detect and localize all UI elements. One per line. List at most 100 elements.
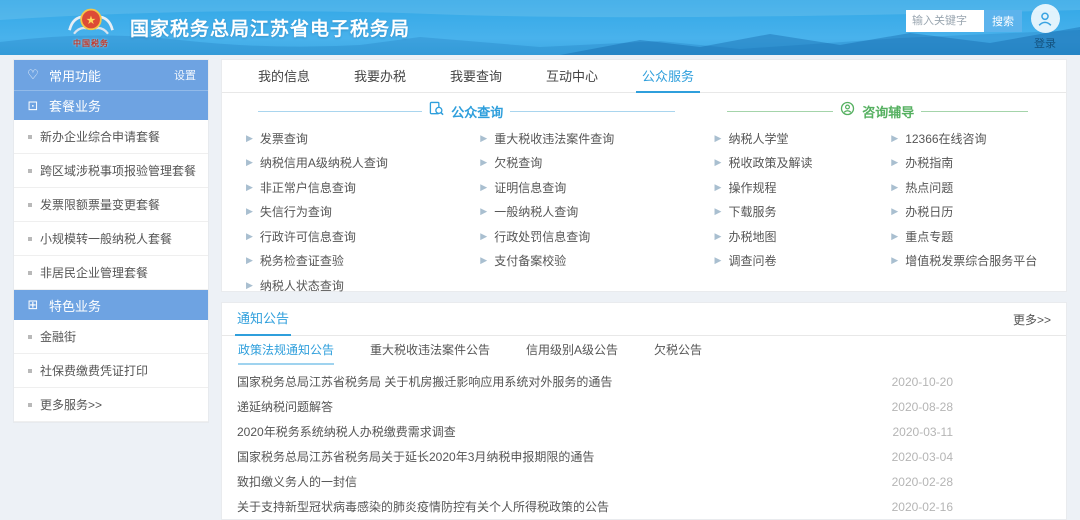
- notice-row[interactable]: 关于支持新型冠状病毒感染的肺炎疫情防控有关个人所得税政策的公告 2020-02-…: [237, 494, 1051, 519]
- chevron-right-icon: ▶: [480, 255, 487, 266]
- consult-section: 咨询辅导 ▶ 纳税人学堂 ▶ 税收政策及解读: [701, 100, 1054, 298]
- sidebar-item-label: 社保费缴费凭证打印: [40, 362, 148, 379]
- consult-link[interactable]: ▶ 增值税发票综合服务平台: [891, 249, 1054, 274]
- bullet-icon: [28, 169, 32, 173]
- notice-row[interactable]: 国家税务总局江苏省税务局 关于机房搬迁影响应用系统对外服务的通告 2020-10…: [237, 369, 1051, 394]
- consult-link[interactable]: ▶ 办税日历: [891, 200, 1054, 225]
- public-query-link[interactable]: ▶ 欠税查询: [480, 151, 700, 176]
- consult-link[interactable]: ▶ 纳税人学堂: [715, 126, 878, 151]
- main-tab[interactable]: 互动中心: [524, 60, 620, 92]
- chevron-right-icon: ▶: [891, 157, 898, 168]
- sidebar-special-item[interactable]: 金融街: [14, 320, 208, 354]
- login-label: 登录: [1034, 35, 1056, 51]
- consult-link[interactable]: ▶ 调查问卷: [715, 249, 878, 274]
- public-query-link[interactable]: ▶ 支付备案校验: [480, 249, 700, 274]
- sidebar-item-common-functions[interactable]: ♡ 常用功能 设置: [14, 60, 208, 90]
- chevron-right-icon: ▶: [891, 182, 898, 193]
- main-tab[interactable]: 我的信息: [236, 60, 332, 92]
- notice-tab[interactable]: 政策法规通知公告: [238, 337, 334, 364]
- chevron-right-icon: ▶: [480, 231, 487, 242]
- link-label: 操作规程: [728, 179, 776, 196]
- public-query-link[interactable]: ▶ 行政许可信息查询: [246, 224, 466, 249]
- sidebar-item-label: 新办企业综合申请套餐: [40, 128, 160, 145]
- chevron-right-icon: ▶: [891, 133, 898, 144]
- notice-title-text: 递延纳税问题解答: [237, 398, 892, 415]
- chevron-right-icon: ▶: [246, 255, 253, 266]
- search-input[interactable]: [906, 10, 984, 32]
- link-label: 一般纳税人查询: [494, 203, 578, 220]
- main-tab[interactable]: 我要办税: [332, 60, 428, 92]
- heart-icon: ♡: [26, 67, 40, 83]
- public-query-link[interactable]: ▶ 行政处罚信息查询: [480, 224, 700, 249]
- divider-line: [727, 111, 834, 112]
- public-query-link[interactable]: ▶ 重大税收违法案件查询: [480, 126, 700, 151]
- chevron-right-icon: ▶: [480, 133, 487, 144]
- settings-link[interactable]: 设置: [174, 67, 196, 83]
- public-query-link[interactable]: ▶ 纳税信用A级纳税人查询: [246, 151, 466, 176]
- sidebar-package-item[interactable]: 非居民企业管理套餐: [14, 256, 208, 290]
- sidebar-special-item[interactable]: 社保费缴费凭证打印: [14, 354, 208, 388]
- sidebar-item-label: 金融街: [40, 328, 76, 345]
- sidebar-package-item[interactable]: 新办企业综合申请套餐: [14, 120, 208, 154]
- link-label: 支付备案校验: [494, 252, 566, 269]
- notice-tab[interactable]: 欠税公告: [654, 337, 702, 364]
- consult-link[interactable]: ▶ 下载服务: [715, 200, 878, 225]
- consult-link[interactable]: ▶ 操作规程: [715, 175, 878, 200]
- main-tab[interactable]: 我要查询: [428, 60, 524, 92]
- chevron-right-icon: ▶: [246, 280, 253, 291]
- chevron-right-icon: ▶: [246, 182, 253, 193]
- bullet-icon: [28, 369, 32, 373]
- divider-line: [258, 111, 422, 112]
- public-query-link[interactable]: ▶ 非正常户信息查询: [246, 175, 466, 200]
- sidebar-item-package-business[interactable]: ⊡ 套餐业务: [14, 90, 208, 120]
- link-label: 失信行为查询: [260, 203, 332, 220]
- public-query-link[interactable]: ▶ 失信行为查询: [246, 200, 466, 225]
- notice-date: 2020-02-16: [892, 500, 953, 514]
- public-query-link[interactable]: ▶ 证明信息查询: [480, 175, 700, 200]
- consult-link[interactable]: ▶ 12366在线咨询: [891, 126, 1054, 151]
- consult-link[interactable]: ▶ 办税地图: [715, 224, 878, 249]
- public-query-section: 公众查询 ▶ 发票查询 ▶ 纳税信用A级纳税人查询: [232, 100, 701, 298]
- divider-line: [510, 111, 674, 112]
- notice-tab[interactable]: 重大税收违法案件公告: [370, 337, 490, 364]
- notice-row[interactable]: 递延纳税问题解答 2020-08-28: [237, 394, 1051, 419]
- notice-date: 2020-10-20: [892, 375, 953, 389]
- consult-link[interactable]: ▶ 税收政策及解读: [715, 151, 878, 176]
- notice-tabbar: 政策法规通知公告 重大税收违法案件公告 信用级别A级公告 欠税公告: [222, 336, 1066, 365]
- consult-link[interactable]: ▶ 办税指南: [891, 151, 1054, 176]
- user-icon: [1031, 4, 1060, 33]
- sidebar-more-services[interactable]: 更多服务>>: [14, 388, 208, 422]
- sidebar-package-item[interactable]: 发票限额票量变更套餐: [14, 188, 208, 222]
- chevron-right-icon: ▶: [891, 231, 898, 242]
- sidebar: ♡ 常用功能 设置 ⊡ 套餐业务 新办企业综合申请套餐 跨区域涉税事项报验管理套…: [13, 59, 209, 423]
- notice-tab[interactable]: 信用级别A级公告: [526, 337, 618, 364]
- sidebar-package-item[interactable]: 小规模转一般纳税人套餐: [14, 222, 208, 256]
- link-label: 欠税查询: [494, 154, 542, 171]
- link-label: 税收政策及解读: [728, 154, 812, 171]
- public-query-link[interactable]: ▶ 纳税人状态查询: [246, 273, 466, 298]
- public-query-title: 公众查询: [451, 102, 503, 121]
- notices-title[interactable]: 通知公告: [237, 303, 289, 336]
- sidebar-package-item[interactable]: 跨区域涉税事项报验管理套餐: [14, 154, 208, 188]
- main-tab[interactable]: 公众服务: [620, 60, 716, 92]
- link-label: 下载服务: [728, 203, 776, 220]
- notice-date: 2020-03-04: [892, 450, 953, 464]
- notice-row[interactable]: 国家税务总局江苏省税务局关于延长2020年3月纳税申报期限的通告 2020-03…: [237, 444, 1051, 469]
- consult-link[interactable]: ▶ 重点专题: [891, 224, 1054, 249]
- notice-row[interactable]: 2020年税务系统纳税人办税缴费需求调查 2020-03-11: [237, 419, 1051, 444]
- login-button[interactable]: 登录: [1023, 4, 1067, 51]
- public-query-link[interactable]: ▶ 一般纳税人查询: [480, 200, 700, 225]
- chevron-right-icon: ▶: [246, 231, 253, 242]
- link-label: 办税日历: [905, 203, 953, 220]
- bullet-icon: [28, 237, 32, 241]
- search-button[interactable]: 搜索: [984, 10, 1022, 32]
- public-query-link[interactable]: ▶ 发票查询: [246, 126, 466, 151]
- grid-icon: ⊞: [26, 297, 40, 313]
- notice-row[interactable]: 致扣缴义务人的一封信 2020-02-28: [237, 469, 1051, 494]
- notices-more-link[interactable]: 更多>>: [1013, 311, 1051, 328]
- sidebar-item-special-business[interactable]: ⊞ 特色业务: [14, 290, 208, 320]
- chevron-right-icon: ▶: [715, 255, 722, 266]
- public-query-link[interactable]: ▶ 税务检查证查验: [246, 249, 466, 274]
- chevron-right-icon: ▶: [715, 133, 722, 144]
- consult-link[interactable]: ▶ 热点问题: [891, 175, 1054, 200]
